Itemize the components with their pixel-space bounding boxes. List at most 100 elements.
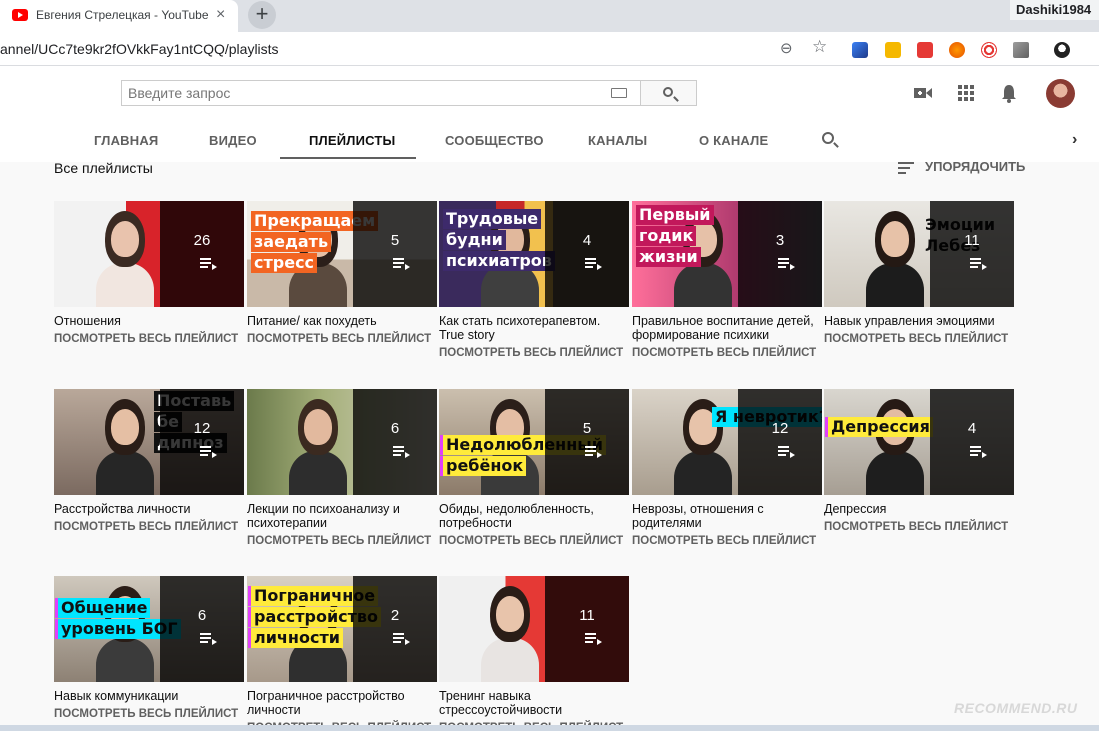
view-full-playlist-link[interactable]: ПОСМОТРЕТЬ ВЕСЬ ПЛЕЙЛИСТ (247, 333, 431, 345)
window-user-label: Dashiki1984 (1010, 0, 1099, 20)
playlist-thumbnail[interactable]: 6 (247, 389, 437, 495)
search-button[interactable] (641, 80, 697, 106)
view-full-playlist-link[interactable]: ПОСМОТРЕТЬ ВЕСЬ ПЛЕЙЛИСТ (824, 333, 1008, 345)
playlist-title[interactable]: Питание/ как похудеть (247, 314, 437, 328)
tab-close-icon[interactable]: × (216, 6, 225, 24)
person-figure (674, 451, 732, 495)
playlist-count-overlay (930, 389, 1014, 495)
video-count: 6 (390, 420, 400, 437)
playlist-play-icon (200, 258, 217, 270)
thumbnail-caption: жизни (636, 247, 701, 267)
new-tab-button[interactable]: + (248, 1, 276, 29)
extension-fire-icon[interactable] (949, 42, 965, 58)
view-full-playlist-link[interactable]: ПОСМОТРЕТЬ ВЕСЬ ПЛЕЙЛИСТ (439, 347, 623, 359)
playlist-play-icon (970, 258, 987, 270)
profile-icon[interactable] (1054, 42, 1070, 58)
tabs-next-chevron-icon[interactable]: › (1072, 131, 1077, 149)
playlist-thumbnail[interactable]: Недолюбленный ребёнок 5 (439, 389, 629, 495)
browser-tab[interactable]: Евгения Стрелецкая - YouTube × (0, 0, 238, 32)
view-full-playlist-link[interactable]: ПОСМОТРЕТЬ ВЕСЬ ПЛЕЙЛИСТ (54, 708, 238, 720)
video-count: 4 (582, 232, 592, 249)
tab-community[interactable]: СООБЩЕСТВО (445, 133, 544, 148)
playlist-play-icon (585, 446, 602, 458)
thumbnail-caption: ребёнок (443, 456, 527, 476)
screen: Евгения Стрелецкая - YouTube × + Dashiki… (0, 0, 1099, 731)
search-input[interactable] (122, 81, 602, 105)
playlist-title[interactable]: Неврозы, отношения с родителями (632, 502, 822, 530)
playlist-title[interactable]: Депрессия (824, 502, 1014, 516)
video-count: 12 (771, 420, 789, 437)
tab-about[interactable]: О КАНАЛЕ (699, 133, 768, 148)
view-full-playlist-link[interactable]: ПОСМОТРЕТЬ ВЕСЬ ПЛЕЙЛИСТ (439, 535, 623, 547)
playlist-thumbnail[interactable]: ЭмоцииЛебез11 (824, 201, 1014, 307)
bookmark-star-icon[interactable]: ☆ (812, 38, 827, 55)
playlist-title[interactable]: Как стать психотерапевтом. True story (439, 314, 629, 342)
watermark: RECOMMEND.RU (954, 700, 1078, 716)
view-full-playlist-link[interactable]: ПОСМОТРЕТЬ ВЕСЬ ПЛЕЙЛИСТ (54, 333, 238, 345)
playlist-thumbnail[interactable]: Пограничное расстройство личности 2 (247, 576, 437, 682)
playlist-title[interactable]: Расстройства личности (54, 502, 244, 516)
playlist-title[interactable]: Правильное воспитание детей, формировани… (632, 314, 822, 342)
user-avatar[interactable] (1046, 79, 1075, 108)
browser-tabstrip: Евгения Стрелецкая - YouTube × + Dashiki… (0, 0, 1099, 32)
playlist-thumbnail[interactable]: Прекращаем заедать стресс 5 (247, 201, 437, 307)
person-figure (96, 638, 154, 682)
view-full-playlist-link[interactable]: ПОСМОТРЕТЬ ВЕСЬ ПЛЕЙЛИСТ (824, 521, 1008, 533)
playlist-count-overlay (160, 201, 244, 307)
playlist-title[interactable]: Обиды, недолюбленность, потребности (439, 502, 629, 530)
tab-playlists[interactable]: ПЛЕЙЛИСТЫ (309, 133, 395, 148)
keyboard-icon[interactable] (611, 88, 627, 98)
address-bar[interactable]: annel/UCc7te9kr2fOVkkFay1ntCQQ/playlists (0, 41, 279, 57)
playlist-thumbnail[interactable]: Я невротик?12 (632, 389, 822, 495)
person-figure (96, 451, 154, 495)
thumbnail-caption: Депрессия (828, 417, 933, 437)
playlist-count-overlay (353, 389, 437, 495)
view-full-playlist-link[interactable]: ПОСМОТРЕТЬ ВЕСЬ ПЛЕЙЛИСТ (54, 521, 238, 533)
create-video-icon[interactable] (913, 83, 933, 103)
channel-search-icon[interactable] (822, 132, 834, 144)
video-count: 6 (197, 607, 207, 624)
playlist-count-overlay (160, 389, 244, 495)
tab-channels[interactable]: КАНАЛЫ (588, 133, 647, 148)
person-figure (866, 263, 924, 307)
playlist-title[interactable]: Пограничное расстройство личности (247, 689, 437, 717)
notifications-bell-icon[interactable] (999, 83, 1019, 103)
thumbnail-caption: годик (636, 226, 697, 246)
tab-home[interactable]: ГЛАВНАЯ (94, 133, 158, 148)
playlist-title[interactable]: Навык управления эмоциями (824, 314, 1014, 328)
person-face (496, 596, 524, 632)
extension-target-icon[interactable] (981, 42, 997, 58)
playlist-play-icon (200, 446, 217, 458)
zoom-icon[interactable]: ⊖ (780, 41, 793, 57)
playlist-title[interactable]: Навык коммуникации (54, 689, 244, 703)
extension-video-icon[interactable] (917, 42, 933, 58)
apps-grid-icon[interactable] (956, 83, 976, 103)
tab-videos[interactable]: ВИДЕО (209, 133, 257, 148)
extension-cloud-icon[interactable] (1013, 42, 1029, 58)
playlist-play-icon (393, 258, 410, 270)
playlist-play-icon (393, 633, 410, 645)
extension-yellow-icon[interactable] (885, 42, 901, 58)
view-full-playlist-link[interactable]: ПОСМОТРЕТЬ ВЕСЬ ПЛЕЙЛИСТ (632, 347, 816, 359)
video-count: 4 (967, 420, 977, 437)
view-full-playlist-link[interactable]: ПОСМОТРЕТЬ ВЕСЬ ПЛЕЙЛИСТ (632, 535, 816, 547)
person-figure (481, 638, 539, 682)
video-count: 3 (775, 232, 785, 249)
playlist-title[interactable]: Тренинг навыка стрессоустойчивости (439, 689, 629, 717)
thumbnail-caption: будни (443, 230, 506, 250)
playlist-thumbnail[interactable]: 26 (54, 201, 244, 307)
extension-arrow-icon[interactable] (852, 42, 868, 58)
playlist-thumbnail[interactable]: 11 (439, 576, 629, 682)
playlist-title[interactable]: Отношения (54, 314, 244, 328)
video-count: 2 (390, 607, 400, 624)
playlist-thumbnail[interactable]: Поставьбедипноз12 (54, 389, 244, 495)
playlist-title[interactable]: Лекции по психоанализу и психотерапии (247, 502, 437, 530)
view-full-playlist-link[interactable]: ПОСМОТРЕТЬ ВЕСЬ ПЛЕЙЛИСТ (247, 535, 431, 547)
person-face (111, 409, 139, 445)
playlist-thumbnail[interactable]: Общение уровень БОГ 6 (54, 576, 244, 682)
video-count: 5 (582, 420, 592, 437)
playlist-thumbnail[interactable]: Первый годик жизни 3 (632, 201, 822, 307)
playlist-thumbnail[interactable]: Депрессия 4 (824, 389, 1014, 495)
playlist-play-icon (970, 446, 987, 458)
playlist-thumbnail[interactable]: Трудовые будни психиатров 4 (439, 201, 629, 307)
